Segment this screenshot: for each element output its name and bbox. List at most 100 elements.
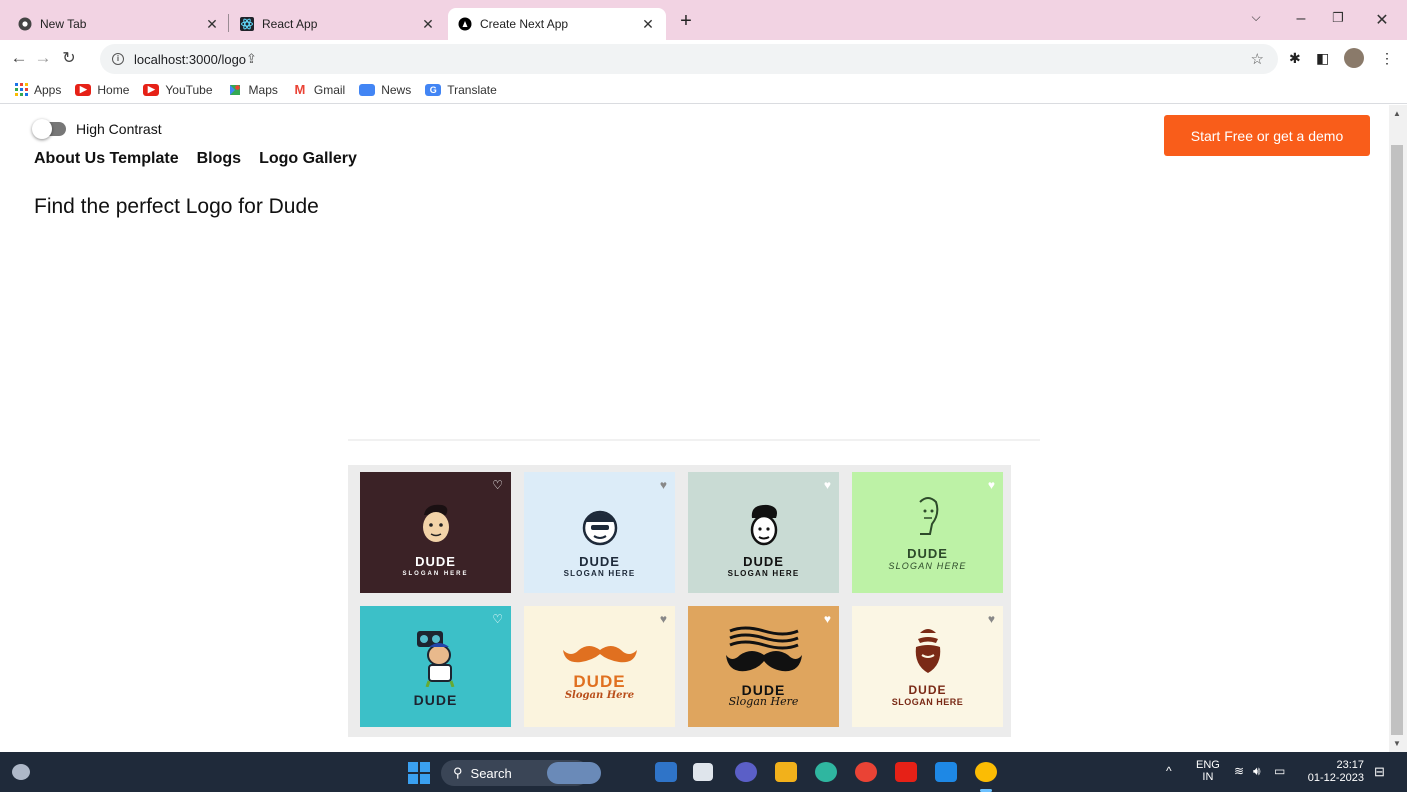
- logo-brand: DUDE: [908, 683, 947, 697]
- close-icon[interactable]: ✕: [204, 16, 220, 33]
- tab-react-app[interactable]: React App ✕: [230, 8, 446, 40]
- volume-icon[interactable]: 🔊︎: [1253, 764, 1261, 779]
- bookmark-apps[interactable]: Apps: [14, 83, 61, 97]
- logo-brand: DUDE: [743, 554, 784, 569]
- bookmark-label: Translate: [447, 82, 497, 97]
- bookmark-youtube[interactable]: ▶ YouTube: [143, 83, 213, 97]
- minimize-icon[interactable]: –: [1289, 10, 1313, 28]
- task-view-icon[interactable]: [693, 763, 713, 781]
- logo-slogan: Slogan Here: [564, 690, 635, 701]
- nav-link-about-us-template[interactable]: About Us Template: [34, 150, 179, 168]
- weather-icon[interactable]: [12, 764, 30, 780]
- favorite-heart-icon[interactable]: ♥: [660, 478, 667, 492]
- chrome-icon: [18, 17, 32, 31]
- forward-arrow-icon[interactable]: →: [32, 48, 54, 68]
- notifications-icon[interactable]: ⊟: [1374, 764, 1385, 780]
- browser-toolbar: ← → ↻ i localhost:3000/logo ⇪ ☆: [0, 40, 1407, 76]
- chrome-taskbar-icon[interactable]: [855, 762, 877, 782]
- logo-card[interactable]: ♥ DUDE SLOGAN HERE: [524, 472, 675, 593]
- close-icon[interactable]: ✕: [420, 16, 436, 33]
- vertical-scrollbar[interactable]: ▲ ▼: [1389, 105, 1407, 752]
- bookmark-star-icon[interactable]: ☆: [1251, 50, 1264, 68]
- scroll-down-arrow-icon[interactable]: ▼: [1393, 739, 1401, 748]
- profile-avatar[interactable]: [1344, 48, 1364, 68]
- logo-card[interactable]: ♥ DUDE SLOGAN HERE: [852, 606, 1003, 727]
- bookmarks-bar: Apps ▶ Home ▶ YouTube Maps M Gmail News …: [0, 76, 1407, 104]
- bookmark-label: News: [381, 82, 412, 97]
- file-explorer-icon[interactable]: [775, 762, 797, 782]
- logo-card[interactable]: ♥ DUDE Slogan Here: [524, 606, 675, 727]
- bookmark-label: Maps: [248, 82, 278, 97]
- favorite-heart-icon[interactable]: ♥: [660, 612, 667, 626]
- url-text[interactable]: localhost:3000/logo: [134, 52, 246, 67]
- restore-icon[interactable]: ❐: [1326, 10, 1350, 26]
- bookmark-home[interactable]: ▶ Home: [75, 83, 129, 97]
- start-free-demo-button[interactable]: Start Free or get a demo: [1164, 115, 1370, 156]
- bookmark-label: Apps: [34, 82, 62, 97]
- site-info-icon[interactable]: i: [112, 53, 124, 65]
- logo-card[interactable]: ♥ DUDE SLOGAN HERE: [688, 472, 839, 593]
- apps-grid-icon: [14, 83, 28, 96]
- back-arrow-icon[interactable]: ←: [8, 48, 30, 68]
- high-contrast-toggle-row: High Contrast: [32, 119, 162, 139]
- battery-icon[interactable]: ▭: [1274, 764, 1285, 778]
- logo-card[interactable]: ♡ DUDE: [360, 606, 511, 727]
- language-indicator[interactable]: ENG IN: [1196, 759, 1220, 783]
- mustache-icon: [560, 641, 640, 667]
- logo-slogan: Slogan Here: [728, 695, 799, 708]
- dude-face-icon: [408, 501, 464, 549]
- gmail-m-icon: M: [294, 82, 306, 97]
- edge-browser-icon[interactable]: [815, 762, 837, 782]
- favorite-heart-icon[interactable]: ♡: [492, 478, 503, 492]
- logo-card[interactable]: ♡ DUDE SLOGAN HERE: [360, 472, 511, 593]
- new-tab-plus-icon[interactable]: +: [674, 10, 698, 33]
- bookmark-gmail[interactable]: M Gmail: [292, 82, 345, 97]
- site-nav: About Us Template Blogs Logo Gallery: [34, 150, 375, 168]
- clock-date: 01-12-2023: [1307, 772, 1364, 784]
- tray-chevron-up-icon[interactable]: ^: [1166, 764, 1172, 778]
- bookmark-news[interactable]: News: [359, 83, 411, 97]
- logo-card[interactable]: ♥ DUDE Slogan Here: [688, 606, 839, 727]
- tab-create-next-app[interactable]: Create Next App ✕: [448, 8, 666, 40]
- share-icon[interactable]: ⇪: [246, 51, 257, 67]
- window-close-icon[interactable]: ✕: [1370, 10, 1394, 30]
- tab-strip: New Tab ✕ React App ✕ Create Next App ✕ …: [0, 0, 1407, 40]
- bookmark-translate[interactable]: G Translate: [425, 83, 497, 97]
- search-highlight-image: [547, 762, 601, 784]
- wifi-icon[interactable]: ≋: [1234, 764, 1244, 778]
- search-icon: ⚲: [453, 765, 463, 780]
- language-code: ENG: [1196, 759, 1220, 771]
- high-contrast-toggle[interactable]: [32, 119, 66, 139]
- vscode-icon[interactable]: [935, 762, 957, 782]
- kebab-menu-icon[interactable]: ⋮: [1380, 50, 1394, 67]
- nav-link-logo-gallery[interactable]: Logo Gallery: [259, 150, 357, 168]
- favorite-heart-icon[interactable]: ♥: [824, 478, 831, 492]
- teams-chat-icon[interactable]: [735, 762, 757, 782]
- windows-start-icon[interactable]: [408, 762, 430, 789]
- youtube-taskbar-icon[interactable]: [895, 762, 917, 782]
- react-icon: [240, 17, 254, 31]
- tab-search-chevron-icon[interactable]: ⌵: [1244, 10, 1268, 25]
- extensions-puzzle-icon[interactable]: ✱: [1289, 50, 1301, 67]
- favorite-heart-icon[interactable]: ♥: [824, 612, 831, 626]
- tab-new-tab[interactable]: New Tab ✕: [8, 8, 230, 40]
- reload-icon[interactable]: ↻: [58, 48, 80, 68]
- logo-card[interactable]: ♥ DUDE SLOGAN HERE: [852, 472, 1003, 593]
- favorite-heart-icon[interactable]: ♡: [492, 612, 503, 626]
- cap-dude-icon: [572, 501, 628, 549]
- favorite-heart-icon[interactable]: ♥: [988, 478, 995, 492]
- clock[interactable]: 23:17 01-12-2023: [1302, 759, 1364, 785]
- scrollbar-thumb[interactable]: [1391, 145, 1403, 735]
- side-panel-icon[interactable]: ◧: [1316, 50, 1329, 67]
- address-bar[interactable]: i localhost:3000/logo ⇪ ☆: [100, 44, 1278, 74]
- region-code: IN: [1202, 771, 1214, 783]
- close-icon[interactable]: ✕: [640, 16, 656, 33]
- chrome-active-taskbar-icon[interactable]: [975, 762, 997, 782]
- people-app-icon[interactable]: [655, 762, 677, 782]
- taskbar-search[interactable]: ⚲ Search: [441, 760, 601, 786]
- logo-brand: DUDE: [415, 554, 456, 569]
- favorite-heart-icon[interactable]: ♥: [988, 612, 995, 626]
- scroll-up-arrow-icon[interactable]: ▲: [1393, 109, 1401, 118]
- nav-link-blogs[interactable]: Blogs: [197, 150, 241, 168]
- bookmark-maps[interactable]: Maps: [227, 83, 278, 97]
